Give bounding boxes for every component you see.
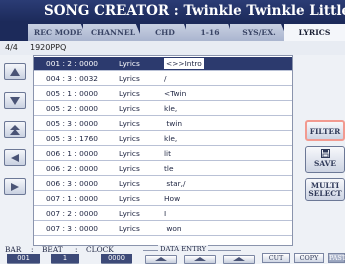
data-entry-up-small-button[interactable] xyxy=(223,255,255,264)
event-position: 005 : 3 : 0000 xyxy=(46,119,98,128)
event-type: Lyrics xyxy=(119,164,140,173)
info-row: 4/4 1920PPQ xyxy=(0,41,345,55)
event-type: Lyrics xyxy=(119,149,140,158)
event-row[interactable]: 005 : 3 : 0000 Lyrics twin xyxy=(34,117,292,131)
event-type: Lyrics xyxy=(119,104,140,113)
triangle-down-icon xyxy=(10,97,20,105)
double-triangle-up-icon xyxy=(10,125,20,135)
tab-rec-mode[interactable]: REC MODE xyxy=(28,24,88,41)
resolution: 1920PPQ xyxy=(30,43,67,52)
bar-label: BAR xyxy=(5,245,22,254)
event-text: kle, xyxy=(164,104,178,113)
event-type: Lyrics xyxy=(119,119,140,128)
event-position: 007 : 1 : 0000 xyxy=(46,194,98,203)
tab-chd[interactable]: CHD xyxy=(140,24,190,41)
multi-select-button[interactable]: MULTI SELECT xyxy=(305,178,345,201)
event-text: kle, xyxy=(164,134,178,143)
event-row[interactable]: 007 : 2 : 0000 Lyrics I xyxy=(34,207,292,221)
event-row[interactable]: 005 : 1 : 0000 Lyrics <Twin xyxy=(34,87,292,101)
event-row[interactable]: 007 : 1 : 0000 Lyrics How xyxy=(34,192,292,206)
event-text: star,/ xyxy=(164,179,186,188)
event-text: won xyxy=(164,224,182,233)
tab-channel[interactable]: CHANNEL xyxy=(83,24,143,41)
beat-value: 1 xyxy=(51,254,79,263)
event-type: Lyrics xyxy=(119,209,140,218)
tab-1-16[interactable]: 1-16 xyxy=(186,24,234,41)
event-position: 005 : 1 : 0000 xyxy=(46,89,98,98)
paste-button[interactable]: PASTE xyxy=(328,253,345,263)
clock-label: CLOCK xyxy=(86,245,114,254)
title-bar: SONG CREATOR : Twinkle Twinkle Little St… xyxy=(0,0,345,22)
event-text: <Twin xyxy=(164,89,187,98)
beat-separator: : xyxy=(75,245,78,254)
move-up-button[interactable] xyxy=(4,63,26,80)
screen-title: SONG CREATOR : Twinkle Twinkle Little St… xyxy=(44,3,345,19)
event-position: 007 : 2 : 0000 xyxy=(46,209,98,218)
event-row[interactable]: 006 : 1 : 0000 Lyrics lit xyxy=(34,147,292,161)
event-type: Lyrics xyxy=(119,194,140,203)
triangle-right-icon xyxy=(11,183,19,191)
next-button[interactable] xyxy=(4,178,26,195)
bottom-panel: BAR : BEAT : CLOCK 001 1 0000 DATA ENTRY… xyxy=(0,245,345,264)
event-type: Lyrics xyxy=(119,179,140,188)
triangle-up-icon xyxy=(155,257,167,261)
event-text: How xyxy=(164,194,181,203)
data-entry-up-button[interactable] xyxy=(184,255,216,264)
event-row[interactable]: 006 : 2 : 0000 Lyrics tle xyxy=(34,162,292,176)
cut-button[interactable]: CUT xyxy=(262,253,290,263)
event-type: Lyrics xyxy=(119,74,140,83)
copy-button[interactable]: COPY xyxy=(294,253,324,263)
event-text: twin xyxy=(164,119,183,128)
event-row[interactable]: 001 : 2 : 0000 Lyrics <>>Intro xyxy=(34,57,292,71)
event-position: 006 : 1 : 0000 xyxy=(46,149,98,158)
event-text: lit xyxy=(164,149,172,158)
data-entry-label: DATA ENTRY xyxy=(158,245,209,253)
event-text: tle xyxy=(164,164,174,173)
previous-button[interactable] xyxy=(4,149,26,166)
event-text: / xyxy=(164,74,167,83)
event-type: Lyrics xyxy=(119,224,140,233)
filter-label: FILTER xyxy=(309,127,341,136)
event-position: 006 : 3 : 0000 xyxy=(46,179,98,188)
event-type: Lyrics xyxy=(119,89,140,98)
bar-value: 001 xyxy=(7,254,40,263)
triangle-up-icon xyxy=(194,257,206,261)
time-signature: 4/4 xyxy=(5,43,18,52)
save-label: SAVE xyxy=(314,159,336,168)
event-position: 001 : 2 : 0000 xyxy=(46,59,98,68)
tab-lyrics[interactable]: LYRICS xyxy=(284,24,345,41)
event-row[interactable]: 004 : 3 : 0032 Lyrics / xyxy=(34,72,292,86)
event-row[interactable]: 006 : 3 : 0000 Lyrics star,/ xyxy=(34,177,292,191)
bar-separator: : xyxy=(31,245,34,254)
data-entry-up-large-button[interactable] xyxy=(145,255,177,264)
event-row[interactable]: 005 : 3 : 1760 Lyrics kle, xyxy=(34,132,292,146)
clock-value: 0000 xyxy=(101,254,132,263)
event-position: 007 : 3 : 0000 xyxy=(46,224,98,233)
page-up-button[interactable] xyxy=(4,121,26,138)
tab-bar: REC MODE CHANNEL CHD 1-16 SYS/EX. LYRICS xyxy=(0,22,345,41)
tab-sys-ex[interactable]: SYS/EX. xyxy=(230,24,288,41)
song-creator-screen: SONG CREATOR : Twinkle Twinkle Little St… xyxy=(0,0,345,264)
triangle-up-icon xyxy=(10,68,20,76)
event-type: Lyrics xyxy=(119,134,140,143)
filter-button[interactable]: FILTER xyxy=(305,120,345,141)
triangle-up-icon xyxy=(233,257,245,261)
event-row[interactable]: 007 : 3 : 0000 Lyrics won xyxy=(34,222,292,236)
triangle-left-icon xyxy=(11,154,19,162)
event-text: I xyxy=(164,209,167,218)
event-row[interactable]: 005 : 2 : 0000 Lyrics kle, xyxy=(34,102,292,116)
save-button[interactable]: SAVE xyxy=(305,146,345,173)
event-type: Lyrics xyxy=(119,59,140,68)
multi-select-label-line2: SELECT xyxy=(308,189,342,198)
event-position: 005 : 2 : 0000 xyxy=(46,104,98,113)
move-down-button[interactable] xyxy=(4,92,26,109)
event-text[interactable]: <>>Intro xyxy=(164,58,204,69)
event-position: 006 : 2 : 0000 xyxy=(46,164,98,173)
disk-icon xyxy=(320,149,330,158)
event-position: 004 : 3 : 0032 xyxy=(46,74,98,83)
beat-label: BEAT xyxy=(42,245,63,254)
event-list[interactable]: 001 : 2 : 0000 Lyrics <>>Intro 004 : 3 :… xyxy=(33,55,293,246)
event-position: 005 : 3 : 1760 xyxy=(46,134,98,143)
